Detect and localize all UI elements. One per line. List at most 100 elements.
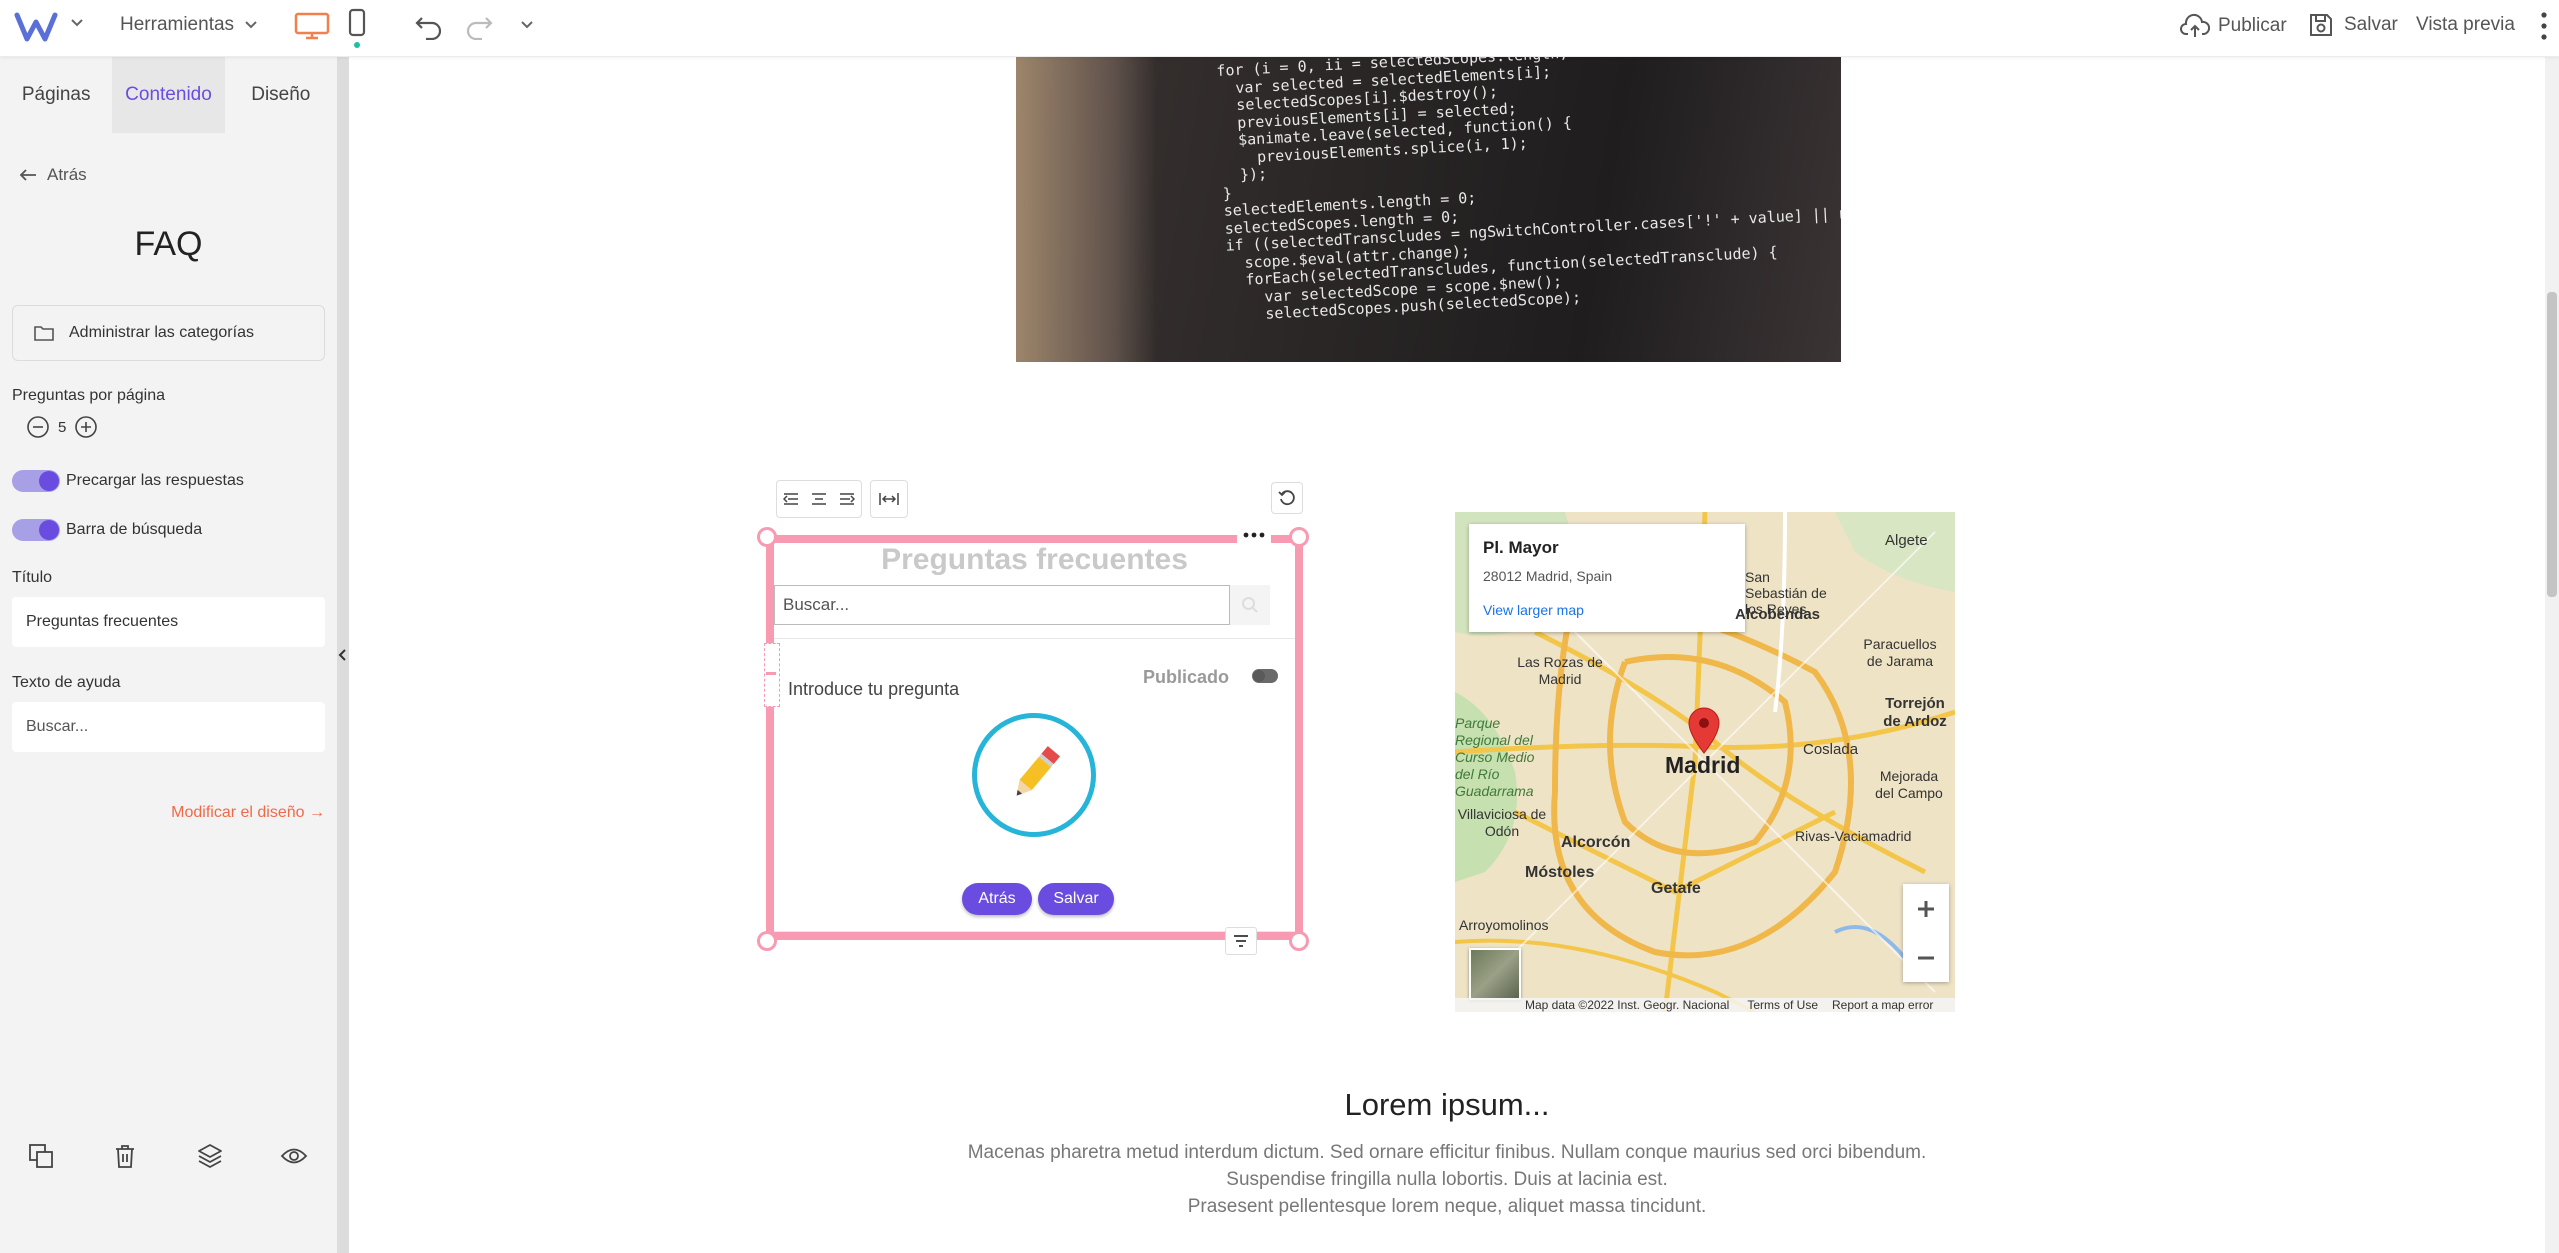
publish-button[interactable]: Publicar bbox=[2180, 12, 2287, 40]
map-label-alcorcon: Alcorcón bbox=[1561, 834, 1631, 851]
search-bar-toggle[interactable] bbox=[12, 519, 60, 541]
arrow-left-icon bbox=[19, 169, 36, 181]
search-bar-row: Barra de búsqueda bbox=[12, 519, 202, 541]
modify-design-link[interactable]: Modificar el diseño → bbox=[171, 804, 325, 822]
edit-answer-button[interactable] bbox=[972, 713, 1096, 837]
floppy-save-icon bbox=[2310, 14, 2332, 36]
per-page-label: Preguntas por página bbox=[12, 387, 165, 404]
map-zoom-controls bbox=[1903, 884, 1949, 982]
preload-answers-toggle[interactable] bbox=[12, 470, 60, 492]
scrollbar-thumb[interactable] bbox=[2547, 292, 2557, 597]
tab-pages[interactable]: Páginas bbox=[0, 57, 112, 133]
map-zoom-in-button[interactable] bbox=[1903, 884, 1949, 933]
section-paragraph: Macenas pharetra metud interdum dictum. … bbox=[349, 1139, 2545, 1220]
logo-dropdown[interactable] bbox=[70, 16, 84, 30]
question-input[interactable]: Introduce tu pregunta bbox=[788, 679, 959, 700]
manage-categories-button[interactable]: Administrar las categorías bbox=[12, 305, 325, 361]
search-icon bbox=[1242, 597, 1258, 613]
full-width-button[interactable] bbox=[870, 480, 908, 518]
chevron-down-icon bbox=[245, 21, 257, 29]
resize-handle-bottom-right[interactable] bbox=[1289, 931, 1309, 951]
map-label-rivas: Rivas-Vaciamadrid bbox=[1795, 828, 1912, 844]
mobile-icon bbox=[348, 8, 366, 37]
google-map-embed[interactable]: Pl. Mayor 28012 Madrid, Spain View large… bbox=[1455, 512, 1955, 1012]
align-right-icon[interactable] bbox=[839, 492, 855, 506]
layers-button[interactable] bbox=[197, 1143, 223, 1169]
undo-icon bbox=[415, 17, 442, 40]
faq-save-button[interactable]: Salvar bbox=[1038, 883, 1114, 915]
duplicate-button[interactable] bbox=[28, 1143, 54, 1169]
canvas-scrollbar[interactable] bbox=[2545, 57, 2559, 1253]
map-satellite-toggle[interactable] bbox=[1469, 948, 1521, 1000]
tools-label: Herramientas bbox=[120, 14, 235, 35]
minus-circle-icon[interactable] bbox=[26, 415, 50, 439]
delete-button[interactable] bbox=[113, 1143, 137, 1169]
manage-categories-label: Administrar las categorías bbox=[69, 324, 254, 341]
map-report-link[interactable]: Report a map error bbox=[1832, 998, 1933, 1012]
history-dropdown[interactable] bbox=[520, 18, 534, 32]
tab-content[interactable]: Contenido bbox=[112, 57, 225, 133]
resize-handle-top-left[interactable] bbox=[757, 527, 777, 547]
help-text-input[interactable]: Buscar... bbox=[12, 702, 325, 752]
map-label-madrid: Madrid bbox=[1665, 752, 1741, 778]
sidebar-tabs: Páginas Contenido Diseño bbox=[0, 57, 337, 133]
top-toolbar: Herramientas Publicar Salvar Vista previ… bbox=[0, 0, 2559, 57]
app-logo[interactable] bbox=[14, 10, 58, 44]
align-center-icon[interactable] bbox=[811, 492, 827, 506]
drag-handle[interactable] bbox=[764, 643, 780, 707]
eye-icon bbox=[280, 1148, 308, 1164]
code-text: for (i = 0, ii = selectedScopes.length; … bbox=[1216, 57, 1841, 325]
redo-button[interactable] bbox=[464, 12, 494, 40]
map-data-credit: Map data ©2022 Inst. Geogr. Nacional bbox=[1525, 998, 1730, 1012]
align-left-icon[interactable] bbox=[783, 492, 799, 506]
resize-handle-bottom-left[interactable] bbox=[757, 931, 777, 951]
plus-icon bbox=[1918, 900, 1934, 917]
paragraph-line: Prasesent pellentesque lorem neque, aliq… bbox=[1187, 1196, 1707, 1217]
save-button[interactable]: Salvar bbox=[2308, 12, 2398, 38]
reset-icon bbox=[1278, 490, 1295, 506]
divider bbox=[774, 931, 1295, 932]
sidebar-collapse-handle[interactable] bbox=[337, 57, 349, 1253]
plus-circle-icon[interactable] bbox=[74, 415, 98, 439]
resize-handle-top-right[interactable] bbox=[1289, 527, 1309, 547]
divider bbox=[774, 638, 1295, 639]
toggle-knob bbox=[1253, 670, 1265, 682]
widget-title: FAQ bbox=[134, 225, 203, 263]
chevron-down-icon bbox=[71, 19, 83, 27]
tools-menu[interactable]: Herramientas bbox=[120, 14, 258, 36]
preload-answers-label: Precargar las respuestas bbox=[66, 472, 244, 489]
undo-button[interactable] bbox=[414, 12, 444, 40]
reset-widget-button[interactable] bbox=[1271, 482, 1303, 514]
tab-design[interactable]: Diseño bbox=[225, 57, 337, 133]
visibility-button[interactable] bbox=[280, 1145, 308, 1167]
published-toggle[interactable] bbox=[1252, 669, 1278, 683]
map-zoom-out-button[interactable] bbox=[1903, 933, 1949, 982]
faq-search-input[interactable]: Buscar... bbox=[774, 585, 1230, 625]
trash-icon bbox=[116, 1145, 134, 1168]
image-blur-edge bbox=[1016, 57, 1156, 362]
faq-widget-frame[interactable]: Preguntas frecuentes Buscar... Introduce… bbox=[764, 535, 1303, 940]
layers-icon bbox=[198, 1144, 222, 1168]
per-page-stepper: 5 bbox=[26, 415, 98, 439]
map-label-paracuellos: Paracuellos de Jarama bbox=[1863, 636, 1937, 669]
section-heading: Lorem ipsum... bbox=[1344, 1087, 1550, 1122]
faq-search-button[interactable] bbox=[1230, 585, 1270, 625]
map-terms-link[interactable]: Terms of Use bbox=[1747, 998, 1818, 1012]
save-label: Salvar bbox=[2344, 14, 2398, 35]
view-larger-map-link[interactable]: View larger map bbox=[1483, 602, 1731, 618]
kebab-menu-icon bbox=[2541, 12, 2547, 40]
cloud-upload-icon bbox=[2180, 13, 2210, 37]
more-options-button[interactable] bbox=[2540, 10, 2548, 42]
widget-filter-button[interactable] bbox=[1225, 927, 1257, 955]
map-label-coslada: Coslada bbox=[1803, 741, 1859, 758]
mobile-view-button[interactable] bbox=[348, 8, 366, 48]
desktop-view-button[interactable] bbox=[294, 12, 330, 40]
title-input[interactable]: Preguntas frecuentes bbox=[12, 597, 325, 647]
preview-button[interactable]: Vista previa bbox=[2416, 14, 2515, 36]
faq-back-button[interactable]: Atrás bbox=[962, 883, 1032, 915]
widget-options-button[interactable] bbox=[1237, 527, 1271, 543]
back-label: Atrás bbox=[47, 165, 87, 184]
back-link[interactable]: Atrás bbox=[18, 165, 87, 185]
map-label-villaviciosa: Villaviciosa de Odón bbox=[1457, 806, 1547, 839]
faq-heading: Preguntas frecuentes bbox=[881, 543, 1188, 576]
